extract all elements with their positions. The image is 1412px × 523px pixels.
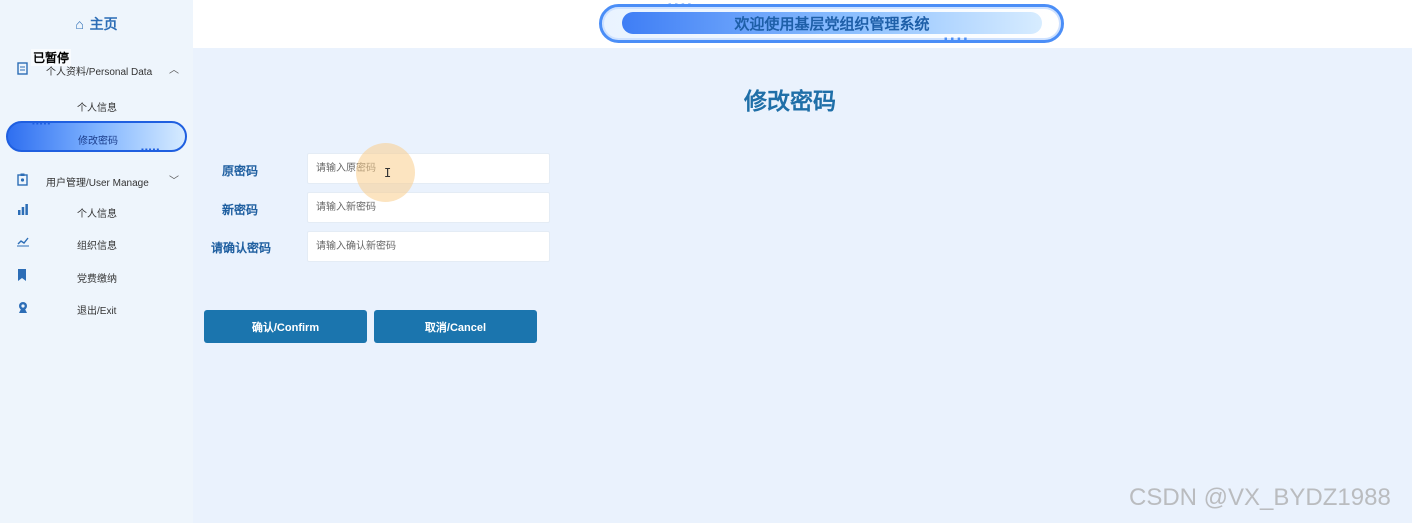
banner-title: 欢迎使用基层党组织管理系统 <box>734 16 930 33</box>
sidebar-item-exit[interactable]: 退出/Exit <box>0 298 193 320</box>
sidebar-item-label: 个人信息 <box>77 209 117 220</box>
paused-overlay: 已暂停 <box>31 49 72 66</box>
home-label: 主页 <box>89 16 118 32</box>
new-password-input[interactable] <box>307 192 550 223</box>
confirm-button[interactable]: 确认/Confirm <box>204 310 367 343</box>
sidebar: ⌂ 主页 个人资料/Personal Data ︿ 已暂停 个人信息 修改密码 … <box>0 0 193 523</box>
sidebar-item-org-info[interactable]: 组织信息 <box>0 233 193 255</box>
page-title: 修改密码 <box>744 88 836 114</box>
cancel-button[interactable]: 取消/Cancel <box>374 310 537 343</box>
line-chart-icon <box>17 236 29 249</box>
old-password-label: 原密码 <box>221 164 258 178</box>
sidebar-item-label: 修改密码 <box>78 136 118 147</box>
sidebar-item-party-fee[interactable]: 党费缴纳 <box>0 266 193 288</box>
confirm-password-label: 请确认密码 <box>210 241 271 255</box>
user-badge-icon <box>17 301 29 314</box>
old-password-input[interactable] <box>307 153 550 184</box>
home-link[interactable]: ⌂ 主页 <box>0 14 193 34</box>
text-cursor-icon: I <box>384 166 392 180</box>
decorative-dots: ▪▪▪▪▪ <box>141 145 161 154</box>
bar-chart-icon <box>17 204 29 217</box>
chevron-up-icon: ︿ <box>169 65 179 76</box>
decorative-dots: ▪▪▪▪▪ <box>32 119 52 128</box>
new-password-label: 新密码 <box>221 203 258 217</box>
decorative-dots: ▪▪▪▪ <box>668 0 695 11</box>
bookmark-icon <box>17 269 29 282</box>
menu-section-personal-data[interactable]: 个人资料/Personal Data ︿ <box>0 58 193 82</box>
watermark: CSDN @VX_BYDZ1988 <box>1129 484 1391 511</box>
document-icon <box>17 62 28 75</box>
sidebar-item-personal-info[interactable]: 个人信息 <box>0 95 193 117</box>
menu-section-label: 用户管理/User Manage <box>46 178 149 189</box>
decorative-dots: ▪▪▪▪ <box>944 34 971 45</box>
confirm-password-input[interactable] <box>307 231 550 262</box>
house-icon: ⌂ <box>75 16 84 32</box>
sidebar-item-label: 组织信息 <box>77 241 117 252</box>
sidebar-item-label: 个人信息 <box>77 103 117 114</box>
sidebar-item-label: 退出/Exit <box>77 306 117 317</box>
clipboard-user-icon <box>17 173 28 186</box>
sidebar-item-label: 党费缴纳 <box>77 274 117 285</box>
